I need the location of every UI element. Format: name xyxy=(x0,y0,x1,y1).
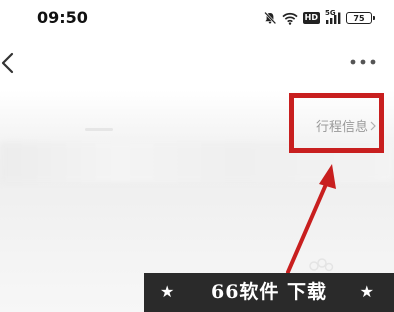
battery-level: 75 xyxy=(353,13,365,23)
back-button[interactable] xyxy=(0,48,24,78)
status-bar: 09:50 HD 5G 75 xyxy=(0,0,394,36)
blurred-placeholder xyxy=(85,128,113,131)
more-icon xyxy=(350,59,376,65)
status-icons: HD 5G 75 xyxy=(263,8,375,27)
highlight-box xyxy=(289,93,384,153)
faint-decoration xyxy=(309,258,334,272)
signal-icon: 5G xyxy=(325,8,341,25)
status-time: 09:50 xyxy=(37,8,88,27)
battery-icon: 75 xyxy=(346,12,375,24)
more-button[interactable] xyxy=(348,54,378,70)
wifi-icon xyxy=(282,12,298,25)
bell-off-icon xyxy=(263,11,277,25)
network-type-label: 5G xyxy=(325,8,336,17)
watermark-text: 66软件 下载 xyxy=(210,281,328,303)
hd-badge: HD xyxy=(302,12,320,24)
star-icon: ★ xyxy=(359,282,374,301)
chevron-left-icon xyxy=(1,52,14,74)
phone-screen: 09:50 HD 5G 75 行程信息 ★ 66软件 下载 ★ xyxy=(0,0,394,312)
watermark-banner: ★ 66软件 下载 ★ xyxy=(144,273,394,312)
